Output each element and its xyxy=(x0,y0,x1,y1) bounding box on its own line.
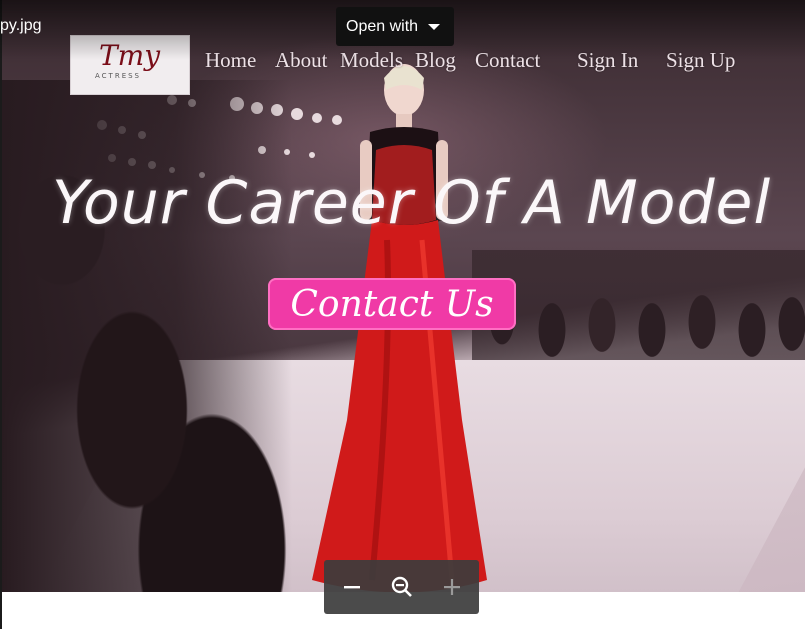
hero-title: Your Career Of A Model xyxy=(52,168,772,238)
open-with-label: Open with xyxy=(346,17,419,35)
zoom-in-button[interactable] xyxy=(427,560,477,614)
image-preview: Tmy ACTRESS Home About Models Blog Conta… xyxy=(2,0,805,592)
file-name: py.jpg xyxy=(0,17,42,34)
zoom-out-button[interactable] xyxy=(327,560,377,614)
logo-subtext: ACTRESS xyxy=(95,72,142,80)
audience-left xyxy=(2,80,292,592)
plus-icon xyxy=(444,579,460,595)
open-with-button[interactable]: Open with xyxy=(336,7,454,46)
chevron-down-icon xyxy=(428,23,441,30)
zoom-toolbar xyxy=(324,560,479,614)
contact-us-button[interactable]: Contact Us xyxy=(268,278,516,330)
reset-zoom-button[interactable] xyxy=(377,560,427,614)
minus-icon xyxy=(344,586,360,589)
zoom-magnifier-icon xyxy=(391,576,412,597)
